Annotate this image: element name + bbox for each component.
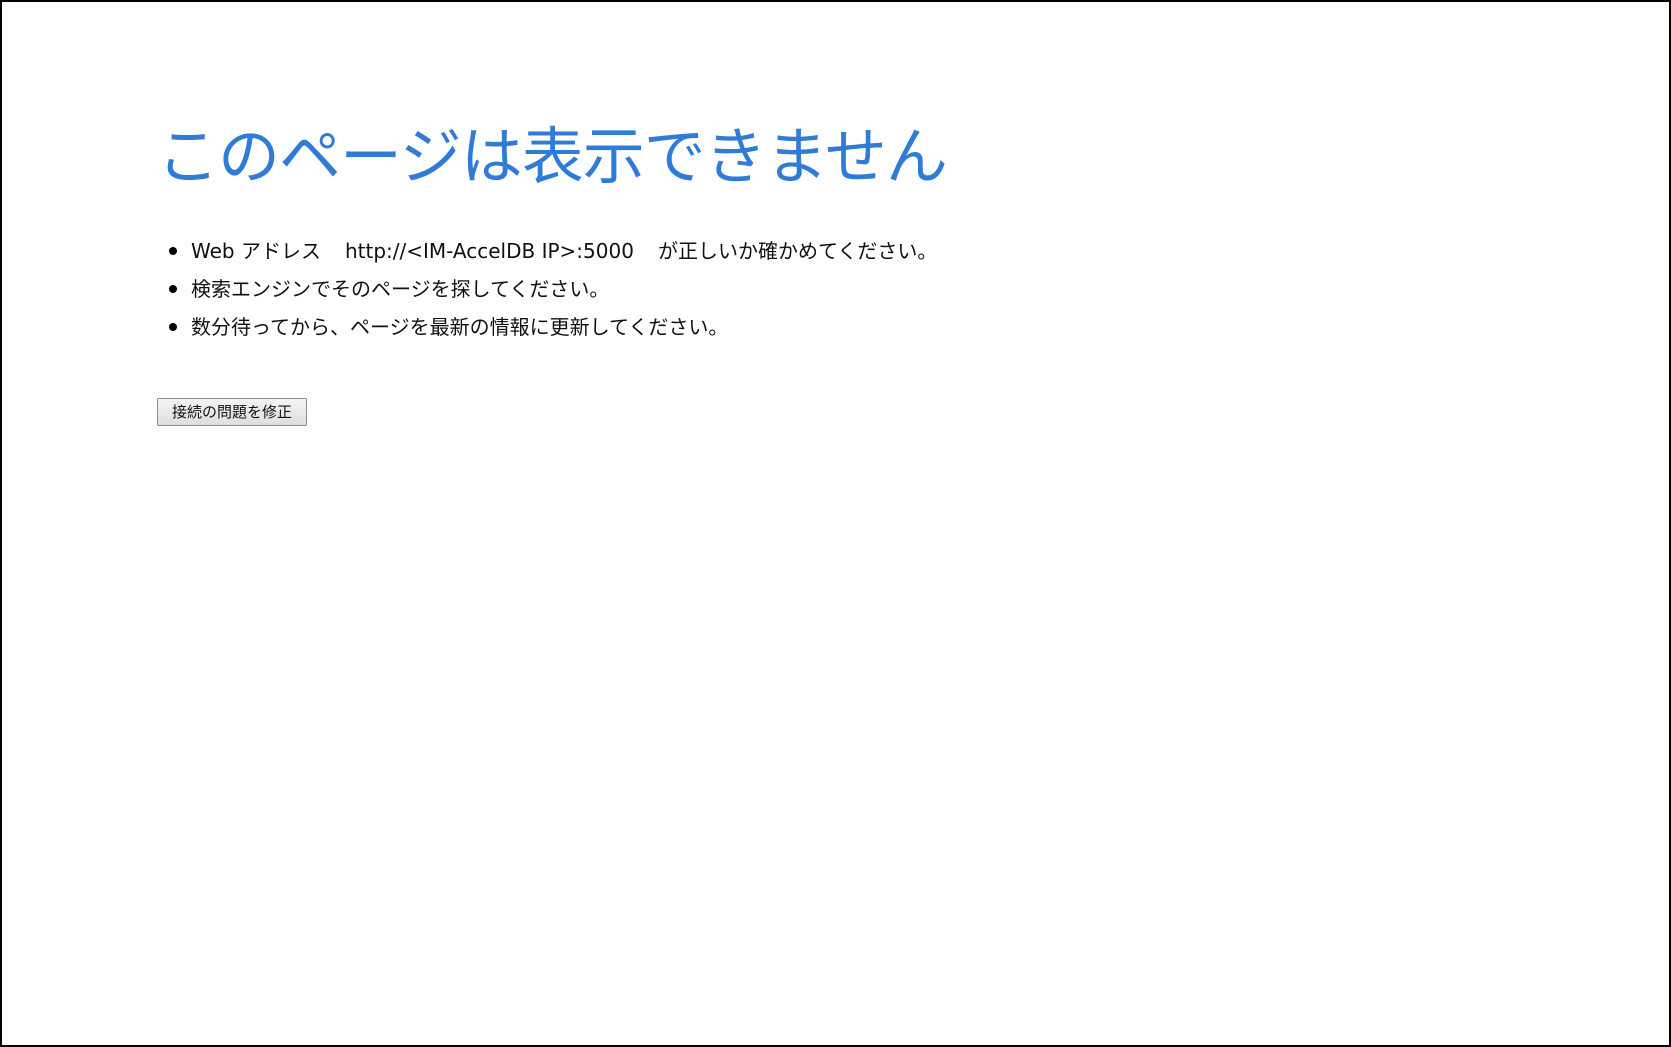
suggestion-text: 数分待ってから、ページを最新の情報に更新してください。 xyxy=(191,315,729,339)
suggestion-check-address: Web アドレス http://<IM-AccelDB IP>:5000 が正し… xyxy=(169,232,1457,270)
bullet-icon xyxy=(169,285,177,293)
suggestion-text: 検索エンジンでそのページを探してください。 xyxy=(191,277,610,301)
suggestion-refresh: 数分待ってから、ページを最新の情報に更新してください。 xyxy=(169,308,1457,346)
browser-frame: このページは表示できません Web アドレス http://<IM-AccelD… xyxy=(0,0,1671,1047)
address-label: Web アドレス xyxy=(191,239,321,263)
address-value: http://<IM-AccelDB IP>:5000 xyxy=(344,239,634,263)
bullet-icon xyxy=(169,323,177,331)
page-title: このページは表示できません xyxy=(157,120,948,193)
error-content: このページは表示できません Web アドレス http://<IM-AccelD… xyxy=(157,112,1457,426)
fix-connection-button[interactable]: 接続の問題を修正 xyxy=(157,398,308,426)
address-suffix: が正しいか確かめてください。 xyxy=(657,239,938,263)
suggestion-search-engine: 検索エンジンでそのページを探してください。 xyxy=(169,270,1457,308)
suggestion-list: Web アドレス http://<IM-AccelDB IP>:5000 が正し… xyxy=(157,232,1457,346)
bullet-icon xyxy=(169,247,177,255)
